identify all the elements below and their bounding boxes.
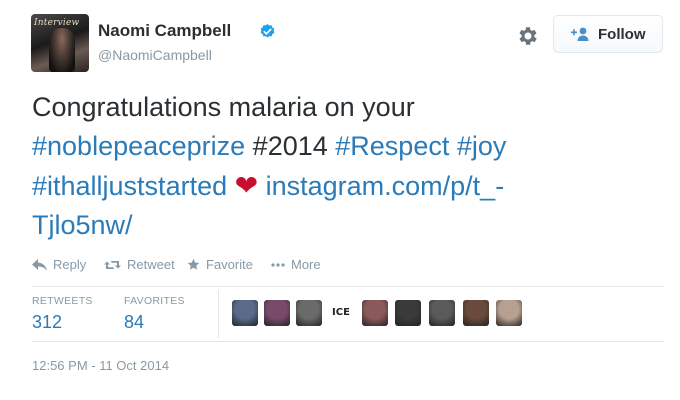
tweet-line: #ithalljuststarted ❤ instagram.com/p/t_-: [32, 166, 652, 206]
favoriter-avatar[interactable]: [395, 300, 421, 326]
user-handle[interactable]: @NaomiCampbell: [98, 47, 212, 63]
retweet-icon: [104, 260, 121, 269]
favoriter-avatar[interactable]: [296, 300, 322, 326]
reply-icon: [32, 258, 47, 271]
instagram-link-continued[interactable]: Tjlo5nw/: [32, 210, 133, 240]
tweet-line: #noblepeaceprize #2014 #Respect #joy: [32, 127, 652, 166]
favoriter-avatar[interactable]: [362, 300, 388, 326]
heart-emoji-icon: ❤: [234, 170, 259, 201]
follow-button[interactable]: Follow: [553, 15, 663, 53]
gear-icon[interactable]: [516, 24, 540, 48]
avatar-figure: [49, 28, 75, 72]
ice-logo-text: ICE: [332, 307, 350, 318]
hashtag-respect[interactable]: #Respect: [335, 131, 449, 161]
favorites-count[interactable]: 84: [124, 312, 144, 333]
retweets-count[interactable]: 312: [32, 312, 62, 333]
retweet-label: Retweet: [127, 257, 175, 272]
reply-label: Reply: [53, 257, 87, 272]
favoriter-avatar[interactable]: [496, 300, 522, 326]
hashtag-joy[interactable]: #joy: [457, 131, 507, 161]
more-dots-icon: [271, 262, 285, 267]
tweet-card: Interview Naomi Campbell @NaomiCampbell …: [0, 0, 680, 400]
divider-top: [32, 286, 664, 287]
tweet-timestamp[interactable]: 12:56 PM - 11 Oct 2014: [32, 358, 169, 373]
tweet-line: Congratulations malaria on your: [32, 88, 652, 127]
more-button[interactable]: More: [271, 257, 321, 272]
retweet-button[interactable]: Retweet: [104, 257, 175, 272]
favoriter-avatar[interactable]: [232, 300, 258, 326]
favorites-label: FAVORITES: [124, 295, 185, 307]
star-icon: [187, 258, 200, 270]
favorite-button[interactable]: Favorite: [187, 257, 253, 272]
display-name[interactable]: Naomi Campbell: [98, 21, 231, 41]
profile-avatar[interactable]: Interview: [31, 14, 89, 72]
follow-label: Follow: [598, 26, 646, 43]
verified-badge-icon: [260, 24, 275, 38]
hashtag-ithalljuststarted[interactable]: #ithalljuststarted: [32, 171, 227, 201]
favorite-label: Favorite: [206, 257, 253, 272]
reply-button[interactable]: Reply: [32, 257, 86, 272]
favoriter-avatar[interactable]: [264, 300, 290, 326]
instagram-link[interactable]: instagram.com/p/t_-: [266, 171, 505, 201]
divider-bottom: [32, 341, 664, 342]
favoriter-avatar[interactable]: [463, 300, 489, 326]
tweet-text-segment: #2014: [245, 131, 336, 161]
retweets-label: RETWEETS: [32, 295, 93, 307]
stats-separator: [218, 290, 219, 338]
add-user-icon: [571, 27, 589, 41]
favoriter-avatar[interactable]: [429, 300, 455, 326]
tweet-line: Tjlo5nw/: [32, 206, 652, 245]
favoriter-avatar[interactable]: ICE: [328, 300, 354, 326]
avatar-magazine-title: Interview: [34, 18, 80, 28]
hashtag-noblepeaceprize[interactable]: #noblepeaceprize: [32, 131, 245, 161]
tweet-text-segment: Congratulations malaria on your: [32, 92, 415, 122]
tweet-text: Congratulations malaria on your #noblepe…: [32, 88, 652, 245]
more-label: More: [291, 257, 321, 272]
